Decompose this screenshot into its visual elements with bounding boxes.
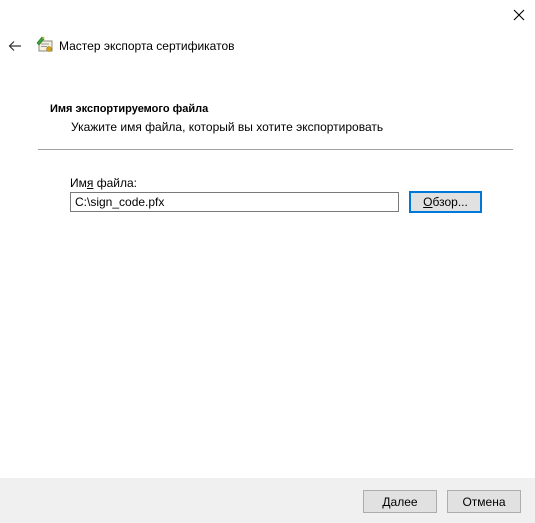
back-button[interactable] [3, 34, 27, 58]
file-name-label: Имя файла: [70, 176, 137, 190]
file-name-label-post: файла: [93, 176, 137, 190]
wizard-title: Мастер экспорта сертификатов [59, 39, 235, 53]
cancel-button[interactable]: Отмена [447, 490, 521, 513]
close-button[interactable] [505, 2, 533, 28]
file-name-label-pre: Им [70, 176, 87, 190]
header-divider [38, 149, 513, 150]
browse-accel: О [423, 195, 433, 209]
next-accel: Д [382, 494, 391, 509]
close-icon [513, 9, 525, 21]
section-heading: Имя экспортируемого файла [50, 103, 209, 115]
back-arrow-icon [8, 41, 21, 51]
next-button[interactable]: Далее [363, 490, 437, 513]
certificate-wizard-icon [36, 36, 53, 52]
cancel-label: Отмена [462, 494, 506, 509]
browse-label: бзор... [432, 195, 468, 209]
browse-button[interactable]: Обзор... [409, 191, 482, 213]
next-label: алее [390, 494, 418, 509]
section-description: Укажите имя файла, который вы хотите экс… [71, 120, 384, 134]
file-name-input[interactable] [70, 192, 399, 212]
